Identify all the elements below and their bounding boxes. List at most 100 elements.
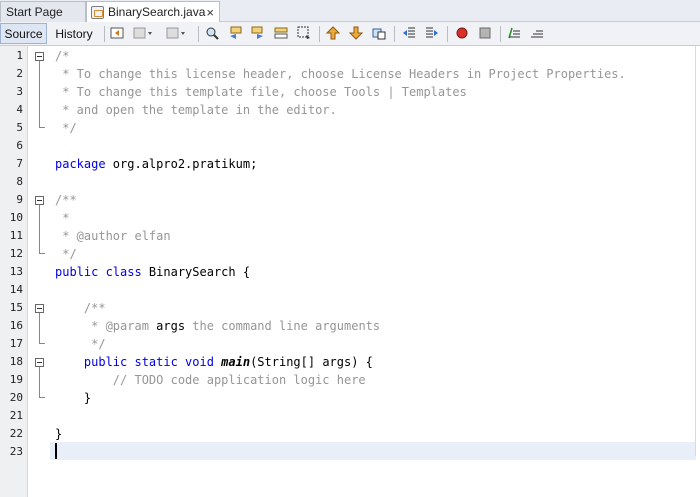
code-text: (String[] args) { [250,355,373,369]
editor-toolbar: Source History [0,22,700,46]
previous-bookmark-icon[interactable] [326,26,340,40]
tab-start-page-label: Start Page [6,5,63,19]
code-line-10: * [55,211,70,225]
editor-tab-bar: Start Page BinarySearch.java × [0,0,700,22]
method-name: main [221,355,251,369]
line-number: 3 [16,85,23,98]
code-line-9: /** [55,193,77,207]
line-number: 2 [16,67,23,80]
fold-guide [39,367,40,397]
source-tab-button[interactable]: Source [0,23,47,44]
code-line-17: */ [55,337,106,351]
fold-collapse-icon[interactable] [35,358,44,367]
toolbar-separator [447,26,448,42]
code-line-20: } [55,391,92,405]
line-number: 13 [9,265,23,278]
code-line-11: * @author elfan [55,229,171,243]
line-number: 8 [16,175,23,188]
line-number: 4 [16,103,23,116]
code-line-2: * To change this license header, choose … [55,67,626,81]
close-tab-icon[interactable]: × [206,5,214,20]
line-number: 21 [9,409,23,422]
line-number: 17 [9,337,23,350]
next-bookmark-icon[interactable] [349,26,363,40]
code-line-15: /** [55,301,106,315]
line-number: 9 [16,193,23,206]
comment-text: * @param [55,319,157,333]
start-macro-icon[interactable] [455,26,469,40]
line-number: 23 [9,445,23,458]
toggle-bookmark-icon[interactable] [372,26,386,40]
vertical-scrollbar[interactable] [695,46,700,456]
fold-collapse-icon[interactable] [35,196,44,205]
find-icon[interactable] [205,26,219,40]
toolbar-separator [394,26,395,42]
stop-macro-icon[interactable] [478,26,492,40]
uncomment-icon[interactable] [530,26,544,40]
line-number: 22 [9,427,23,440]
code-line-22: } [55,427,63,441]
history-tab-button[interactable]: History [48,23,100,44]
code-line-18: public static void main(String[] args) { [55,353,373,371]
toolbar-separator [198,26,199,42]
toolbar-separator [319,26,320,42]
fold-end-marker [39,397,45,398]
fold-collapse-icon[interactable] [35,52,44,61]
shift-left-icon[interactable] [402,26,416,40]
code-editor[interactable]: /* * To change this license header, choo… [50,46,700,497]
fold-end-marker [39,253,45,254]
code-line-13: public class BinarySearch { [55,263,250,281]
toolbar-separator [500,26,501,42]
find-previous-icon[interactable] [228,26,242,40]
comment-text: the command line arguments [185,319,381,333]
line-number: 10 [9,211,23,224]
shift-right-icon[interactable] [425,26,439,40]
comment-icon[interactable] [507,26,521,40]
fold-guide [39,61,40,127]
last-edit-icon[interactable] [166,26,186,40]
line-number: 19 [9,373,23,386]
line-number: 1 [16,49,23,62]
line-number: 20 [9,391,23,404]
tab-start-page[interactable]: Start Page [0,1,86,22]
code-line-19: // TODO code application logic here [55,373,366,387]
toolbar-separator [104,26,105,42]
line-number: 11 [9,229,23,242]
code-line-1: /* [55,49,70,63]
code-text: org.alpro2.pratikum; [105,157,258,171]
fold-end-marker [39,127,45,128]
code-line-4: * and open the template in the editor. [55,103,337,117]
line-number: 12 [9,247,23,260]
line-number: 15 [9,301,23,314]
fold-guide [39,205,40,253]
param-name: args [156,319,186,333]
code-line-3: * To change this template file, choose T… [55,85,467,99]
java-file-icon [91,5,104,19]
tab-binarysearch-label: BinarySearch.java [108,5,206,19]
line-number-gutter[interactable]: 1 2 3 4 5 6 7 8 9 10 11 12 13 14 15 16 1… [0,46,28,497]
forward-dropdown-icon[interactable] [133,26,153,40]
toggle-highlight-icon[interactable] [274,26,288,40]
code-line-7: package org.alpro2.pratikum; [55,155,257,173]
tab-binarysearch-java[interactable]: BinarySearch.java × [86,1,220,22]
keyword: public static void [55,355,222,369]
fold-margin [28,46,50,497]
line-number: 5 [16,121,23,134]
fold-guide [39,313,40,343]
line-number: 7 [16,157,23,170]
line-number: 16 [9,319,23,332]
keyword: public class [55,265,142,279]
line-number: 14 [9,283,23,296]
find-next-icon[interactable] [251,26,265,40]
fold-end-marker [39,343,45,344]
back-icon[interactable] [110,26,124,40]
line-number: 18 [9,355,23,368]
toggle-rect-select-icon[interactable] [297,26,311,40]
fold-collapse-icon[interactable] [35,304,44,313]
code-text: BinarySearch { [141,265,251,279]
code-line-12: */ [55,247,77,261]
keyword: package [55,157,106,171]
code-line-16: * @param args the command line arguments [55,317,380,335]
line-number: 6 [16,139,23,152]
code-line-5: */ [55,121,77,135]
